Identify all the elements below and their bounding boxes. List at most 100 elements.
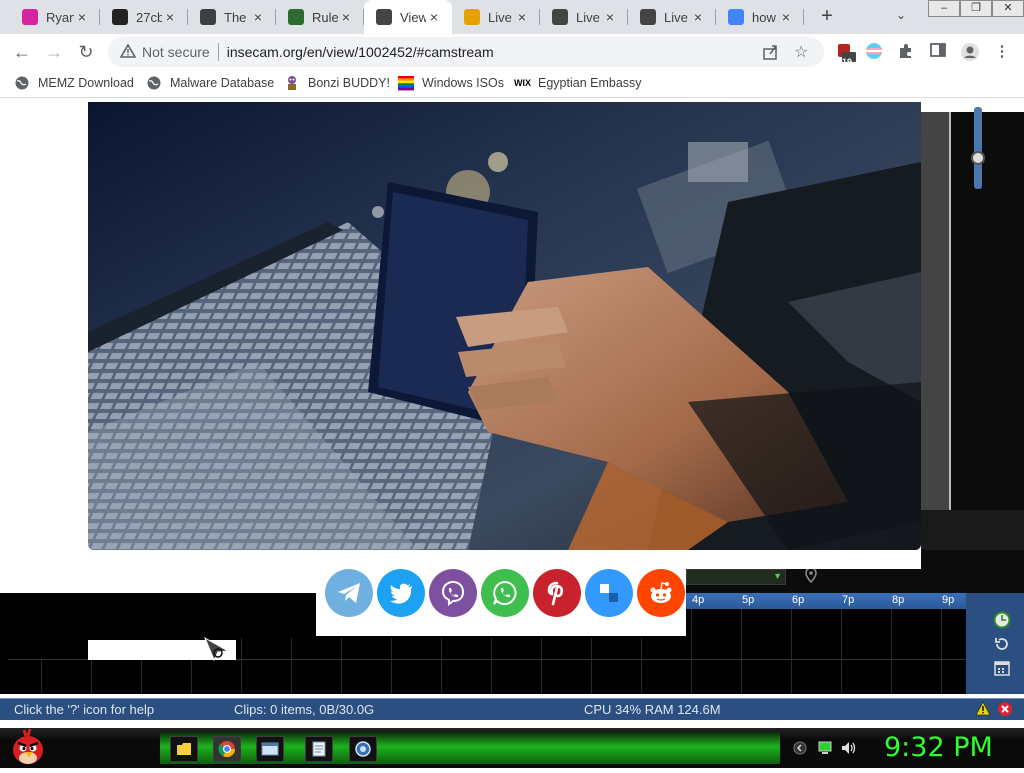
bookmark-memz-download[interactable]: MEMZ Download [14, 75, 134, 91]
close-window-button[interactable]: ✕ [992, 0, 1024, 17]
window-taskbar-button[interactable] [256, 736, 284, 762]
reddit-icon [650, 582, 672, 603]
tab-ryan[interactable]: Ryan × [10, 0, 100, 34]
camera-stream-image[interactable] [88, 102, 921, 550]
bookmark-malware-database[interactable]: Malware Database [146, 75, 274, 91]
tab-live[interactable]: Live × [540, 0, 628, 34]
twitter-share-button[interactable] [377, 569, 425, 617]
undo-icon[interactable] [993, 635, 1011, 658]
network-icon[interactable] [817, 741, 833, 755]
extension-badge-count: 19 [842, 57, 853, 67]
pride-flag-extension-icon[interactable] [864, 42, 884, 62]
warning-icon[interactable] [119, 42, 137, 61]
bookmark-star-icon[interactable]: ☆ [794, 42, 808, 62]
start-button[interactable] [10, 728, 46, 773]
system-status: CPU 34% RAM 124.6M [584, 702, 721, 717]
tab-close-icon[interactable]: × [778, 9, 794, 25]
minimize-button[interactable]: – [928, 0, 960, 17]
side-panel-icon[interactable] [928, 42, 948, 62]
timeline-gridline [741, 609, 742, 694]
taskbar-clock[interactable]: 9:32 PM [884, 732, 993, 763]
tab-rule[interactable]: Rule × [276, 0, 364, 34]
restore-button[interactable]: ❐ [960, 0, 992, 17]
zoom-slider-track[interactable] [974, 107, 982, 189]
chevron-left-icon[interactable] [792, 741, 808, 755]
tab-27cb[interactable]: 27cb × [100, 0, 188, 34]
whatsapp-share-button[interactable] [481, 569, 529, 617]
bookmark-label: Windows ISOs [422, 76, 504, 90]
reddit-share-button[interactable] [637, 569, 685, 617]
timeline-gridline [541, 638, 542, 694]
security-label[interactable]: Not secure [142, 44, 210, 60]
tab-live[interactable]: Live × [452, 0, 540, 34]
close-icon[interactable] [997, 701, 1013, 720]
location-pin-icon[interactable] [804, 567, 818, 586]
folder-icon [177, 743, 191, 755]
telegram-share-button[interactable] [325, 569, 373, 617]
browser-menu-icon[interactable]: ⋮ [992, 42, 1012, 62]
bookmark-egyptian-embassy[interactable]: WIX Egyptian Embassy [514, 75, 642, 91]
timeline-gridline [291, 638, 292, 694]
address-bar[interactable]: Not secure insecam.org/en/view/1002452/#… [108, 37, 824, 67]
tab-close-icon[interactable]: × [690, 9, 706, 25]
clips-status: Clips: 0 items, 0B/30.0G [234, 702, 375, 717]
delicious-share-button[interactable] [585, 569, 633, 617]
zoom-slider-handle[interactable] [971, 151, 985, 165]
tab-close-icon[interactable]: × [514, 9, 530, 25]
window-controls: – ❐ ✕ [928, 0, 1024, 18]
timeline-gridline [691, 609, 692, 694]
extension-badge-icon[interactable]: 19 [836, 42, 856, 67]
volume-icon[interactable] [841, 741, 857, 755]
timeline-gridline [91, 659, 92, 694]
notepad-icon [312, 741, 326, 757]
profile-avatar-icon[interactable] [960, 42, 980, 62]
timeline-gridline [391, 638, 392, 694]
folder-taskbar-button[interactable] [170, 736, 198, 762]
rule-site-icon [288, 9, 304, 25]
share-page-icon[interactable] [762, 43, 780, 66]
tab-close-icon[interactable]: × [250, 9, 266, 25]
back-button[interactable]: ← [10, 40, 34, 64]
bookmark-label: MEMZ Download [38, 76, 134, 90]
instagram-icon [22, 9, 38, 25]
tab-close-icon[interactable]: × [338, 9, 354, 25]
pinterest-share-button[interactable] [533, 569, 581, 617]
tab-title: Rule [312, 9, 338, 25]
app-taskbar-button[interactable] [349, 736, 377, 762]
tab-close-icon[interactable]: × [162, 9, 178, 25]
globe-icon [14, 75, 30, 91]
browser-toolbar: ← → ↻ Not secure insecam.org/en/view/100… [0, 34, 1024, 70]
tab-close-icon[interactable]: × [602, 9, 618, 25]
taskbar-band [160, 732, 780, 764]
notepad-taskbar-button[interactable] [305, 736, 333, 762]
angry-bird-icon [13, 728, 43, 764]
tab-close-icon[interactable]: × [74, 9, 90, 25]
share-buttons [316, 569, 686, 636]
bookmark-bonzi-buddy[interactable]: Bonzi BUDDY! [284, 75, 390, 91]
tab-the[interactable]: The × [188, 0, 276, 34]
camera-select-dropdown[interactable]: ▼ [686, 569, 786, 585]
tab-live[interactable]: Live × [628, 0, 716, 34]
tab-close-icon[interactable]: × [426, 9, 442, 25]
tab-title: how [752, 9, 776, 25]
bookmark-windows-isos[interactable]: Windows ISOs [398, 75, 504, 91]
timeline-gridline [341, 638, 342, 694]
bookmark-label: Malware Database [170, 76, 275, 90]
tab-view[interactable]: View × [364, 0, 452, 34]
extensions-puzzle-icon[interactable] [896, 42, 916, 62]
forward-button[interactable]: → [42, 40, 66, 64]
camera-app-statusbar: Click the '?' icon for help Clips: 0 ite… [0, 698, 1024, 720]
warning-icon[interactable] [975, 701, 991, 719]
hour-label: 6p [792, 594, 805, 606]
new-tab-button[interactable]: + [816, 6, 838, 28]
chrome-taskbar-button[interactable] [213, 736, 241, 762]
calendar-icon[interactable] [993, 659, 1011, 682]
tab-title: The [224, 9, 247, 25]
reload-button[interactable]: ↻ [74, 40, 98, 64]
viber-share-button[interactable] [429, 569, 477, 617]
clock-icon[interactable] [993, 611, 1011, 634]
tab-search-button[interactable]: ⌄ [896, 8, 906, 22]
tab-how[interactable]: how × [716, 0, 804, 34]
tab-title: Live [488, 9, 512, 25]
url-text[interactable]: insecam.org/en/view/1002452/#camstream [227, 44, 494, 60]
